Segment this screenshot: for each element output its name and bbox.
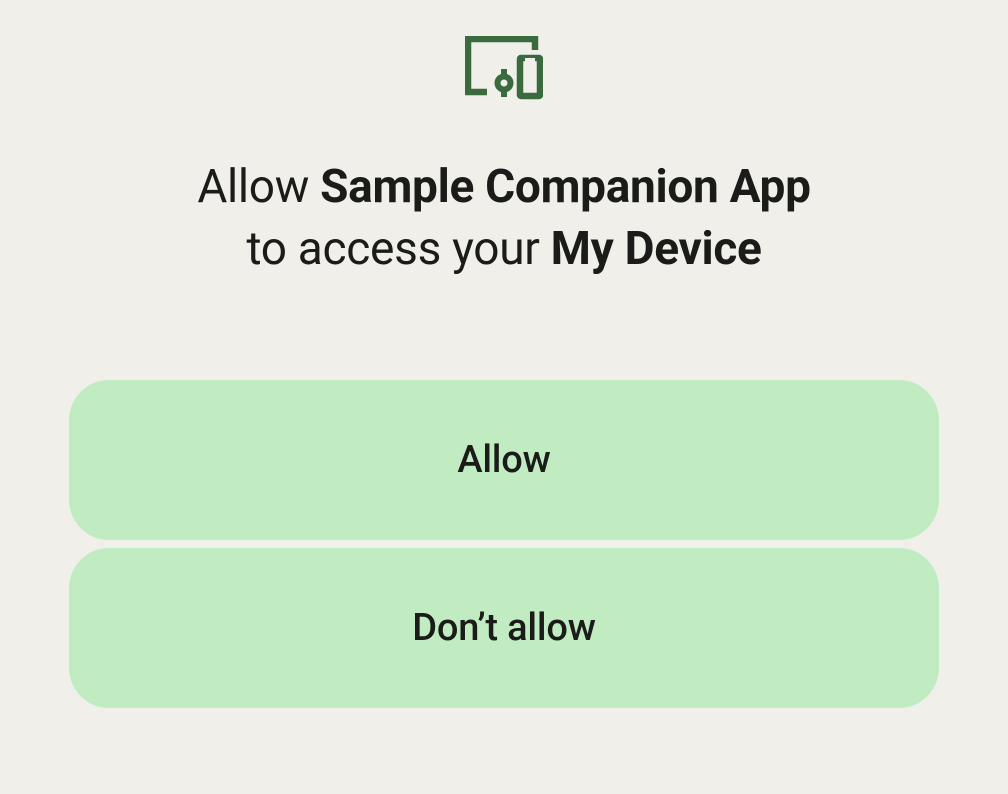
allow-button[interactable]: Allow	[69, 380, 939, 540]
dont-allow-button[interactable]: Don’t allow	[69, 548, 939, 708]
devices-icon	[465, 36, 543, 104]
permission-title: Allow Sample Companion App to access you…	[197, 156, 810, 280]
device-name: My Device	[551, 222, 762, 276]
app-name: Sample Companion App	[320, 160, 811, 214]
title-prefix: Allow	[197, 160, 320, 214]
button-container: Allow Don’t allow	[69, 380, 939, 708]
title-middle: to access your	[246, 222, 550, 276]
